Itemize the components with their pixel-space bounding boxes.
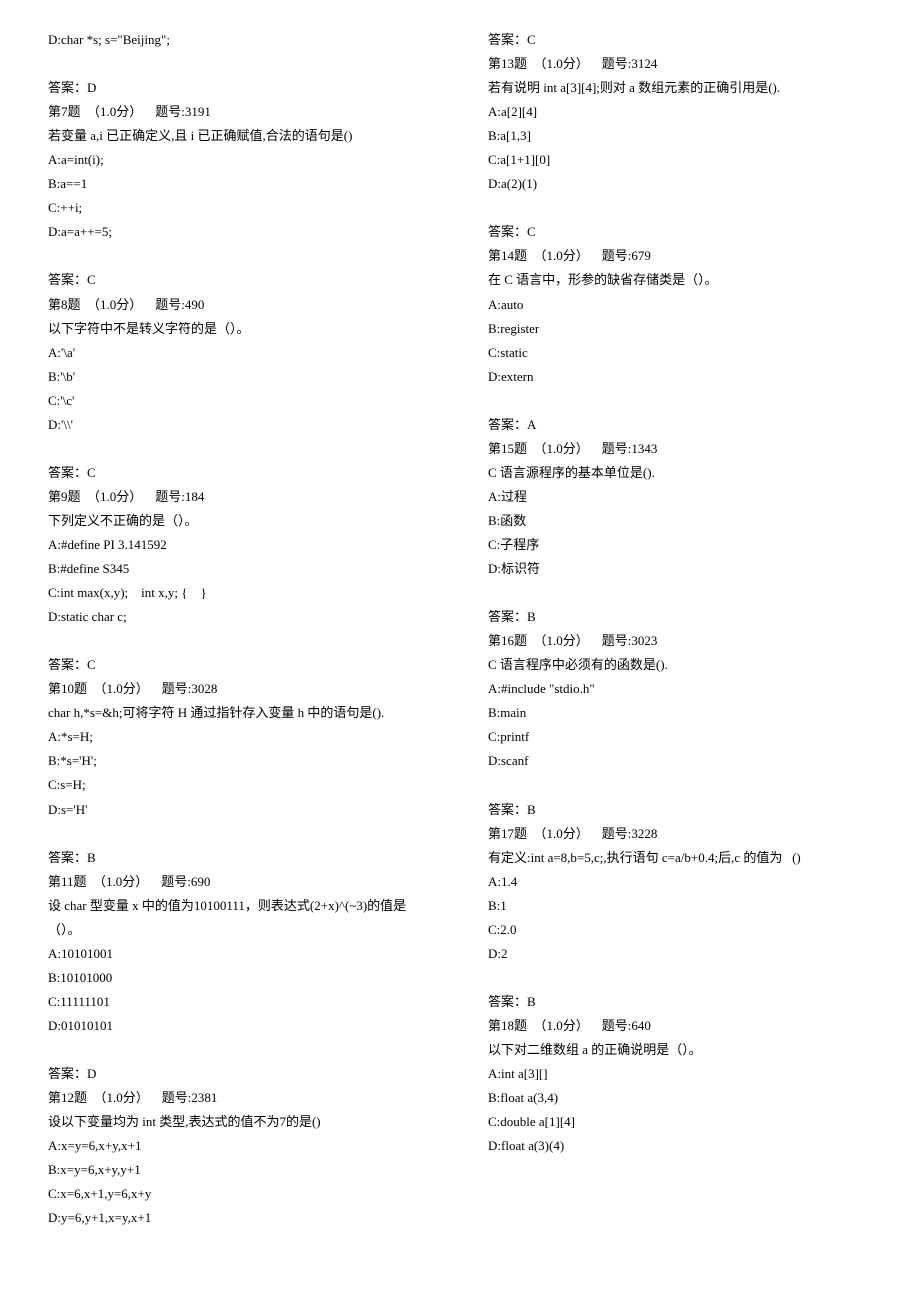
question-option: C:2.0 bbox=[488, 918, 872, 942]
question-option: A:1.4 bbox=[488, 870, 872, 894]
blank-line bbox=[488, 581, 872, 605]
question-answer: 答案：B bbox=[488, 798, 872, 822]
question-option: A:x=y=6,x+y,x+1 bbox=[48, 1134, 432, 1158]
question-header: 第10题 （1.0分） 题号:3028 bbox=[48, 677, 432, 701]
question-header: 第18题 （1.0分） 题号:640 bbox=[488, 1014, 872, 1038]
question-option: B:10101000 bbox=[48, 966, 432, 990]
question-option: D:static char c; bbox=[48, 605, 432, 629]
question-option: D:a(2)(1) bbox=[488, 172, 872, 196]
question-stem: 在 C 语言中，形参的缺省存储类是（）。 bbox=[488, 268, 872, 292]
question-option: D:'\\' bbox=[48, 413, 432, 437]
question-stem: 设以下变量均为 int 类型,表达式的值不为7的是() bbox=[48, 1110, 432, 1134]
question-stem: C 语言源程序的基本单位是(). bbox=[488, 461, 872, 485]
question-option: C:x=6,x+1,y=6,x+y bbox=[48, 1182, 432, 1206]
blank-line bbox=[48, 629, 432, 653]
question-option: B:a==1 bbox=[48, 172, 432, 196]
question-option: B:1 bbox=[488, 894, 872, 918]
blank-line bbox=[488, 966, 872, 990]
question-stem: 若有说明 int a[3][4];则对 a 数组元素的正确引用是(). bbox=[488, 76, 872, 100]
question-header: 第15题 （1.0分） 题号:1343 bbox=[488, 437, 872, 461]
question-stem: 有定义:int a=8,b=5,c;,执行语句 c=a/b+0.4;后,c 的值… bbox=[488, 846, 872, 870]
question-option: B:'\b' bbox=[48, 365, 432, 389]
question-option: D:extern bbox=[488, 365, 872, 389]
blank-line bbox=[48, 1230, 432, 1254]
question-option: B:a[1,3] bbox=[488, 124, 872, 148]
leading-answer: 答案：D bbox=[48, 76, 432, 100]
question-option: A:'\a' bbox=[48, 341, 432, 365]
question-option: A:#define PI 3.141592 bbox=[48, 533, 432, 557]
question-header: 第11题 （1.0分） 题号:690 bbox=[48, 870, 432, 894]
question-option: A:auto bbox=[488, 293, 872, 317]
blank-line bbox=[488, 196, 872, 220]
question-stem: 下列定义不正确的是（）。 bbox=[48, 509, 432, 533]
question-option: D:scanf bbox=[488, 749, 872, 773]
question-option: D:01010101 bbox=[48, 1014, 432, 1038]
blank-line bbox=[488, 389, 872, 413]
question-option: A:过程 bbox=[488, 485, 872, 509]
question-stem: 若变量 a,i 已正确定义,且 i 已正确赋值,合法的语句是() bbox=[48, 124, 432, 148]
question-option: D:s='H' bbox=[48, 798, 432, 822]
question-option: B:函数 bbox=[488, 509, 872, 533]
question-header: 第9题 （1.0分） 题号:184 bbox=[48, 485, 432, 509]
blank-line bbox=[48, 437, 432, 461]
question-option: C:static bbox=[488, 341, 872, 365]
question-answer: 答案：B bbox=[488, 605, 872, 629]
question-answer: 答案：C bbox=[48, 653, 432, 677]
question-header: 第16题 （1.0分） 题号:3023 bbox=[488, 629, 872, 653]
question-option: A:#include "stdio.h" bbox=[488, 677, 872, 701]
question-answer: 答案：C bbox=[488, 28, 872, 52]
question-header: 第17题 （1.0分） 题号:3228 bbox=[488, 822, 872, 846]
question-stem: 设 char 型变量 x 中的值为10100111，则表达式(2+x)^(~3)… bbox=[48, 894, 432, 942]
question-option: A:int a[3][] bbox=[488, 1062, 872, 1086]
question-option: B:register bbox=[488, 317, 872, 341]
question-option: A:a=int(i); bbox=[48, 148, 432, 172]
question-answer: 答案：A bbox=[488, 413, 872, 437]
question-stem: 以下字符中不是转义字符的是（）。 bbox=[48, 317, 432, 341]
question-header: 第13题 （1.0分） 题号:3124 bbox=[488, 52, 872, 76]
question-option: D:y=6,y+1,x=y,x+1 bbox=[48, 1206, 432, 1230]
blank-line bbox=[48, 244, 432, 268]
question-stem: C 语言程序中必须有的函数是(). bbox=[488, 653, 872, 677]
question-header: 第8题 （1.0分） 题号:490 bbox=[48, 293, 432, 317]
question-stem: char h,*s=&h;可将字符 H 通过指针存入变量 h 中的语句是(). bbox=[48, 701, 432, 725]
question-option: C:11111101 bbox=[48, 990, 432, 1014]
question-answer: 答案：C bbox=[48, 268, 432, 292]
question-option: A:*s=H; bbox=[48, 725, 432, 749]
question-header: 第12题 （1.0分） 题号:2381 bbox=[48, 1086, 432, 1110]
question-option: C:子程序 bbox=[488, 533, 872, 557]
question-option: D:float a(3)(4) bbox=[488, 1134, 872, 1158]
leading-option: D:char *s; s="Beijing"; bbox=[48, 28, 432, 52]
question-option: C:s=H; bbox=[48, 773, 432, 797]
question-option: B:#define S345 bbox=[48, 557, 432, 581]
question-option: B:main bbox=[488, 701, 872, 725]
question-stem: 以下对二维数组 a 的正确说明是（）。 bbox=[488, 1038, 872, 1062]
question-option: D:标识符 bbox=[488, 557, 872, 581]
question-option: B:*s='H'; bbox=[48, 749, 432, 773]
question-option: B:x=y=6,x+y,y+1 bbox=[48, 1158, 432, 1182]
question-answer: 答案：B bbox=[48, 846, 432, 870]
question-option: C:a[1+1][0] bbox=[488, 148, 872, 172]
question-option: C:'\c' bbox=[48, 389, 432, 413]
blank-line bbox=[488, 773, 872, 797]
question-header: 第14题 （1.0分） 题号:679 bbox=[488, 244, 872, 268]
blank-line bbox=[48, 822, 432, 846]
question-answer: 答案：C bbox=[48, 461, 432, 485]
question-option: B:float a(3,4) bbox=[488, 1086, 872, 1110]
question-option: C:printf bbox=[488, 725, 872, 749]
question-header: 第7题 （1.0分） 题号:3191 bbox=[48, 100, 432, 124]
question-option: A:10101001 bbox=[48, 942, 432, 966]
blank-line bbox=[48, 52, 432, 76]
question-option: A:a[2][4] bbox=[488, 100, 872, 124]
question-option: C:++i; bbox=[48, 196, 432, 220]
question-answer: 答案：C bbox=[488, 220, 872, 244]
blank-line bbox=[48, 1038, 432, 1062]
question-answer: 答案：D bbox=[48, 1062, 432, 1086]
question-option: D:a=a++=5; bbox=[48, 220, 432, 244]
question-answer: 答案：B bbox=[488, 990, 872, 1014]
question-option: D:2 bbox=[488, 942, 872, 966]
question-option: C:int max(x,y); int x,y; { } bbox=[48, 581, 432, 605]
question-option: C:double a[1][4] bbox=[488, 1110, 872, 1134]
